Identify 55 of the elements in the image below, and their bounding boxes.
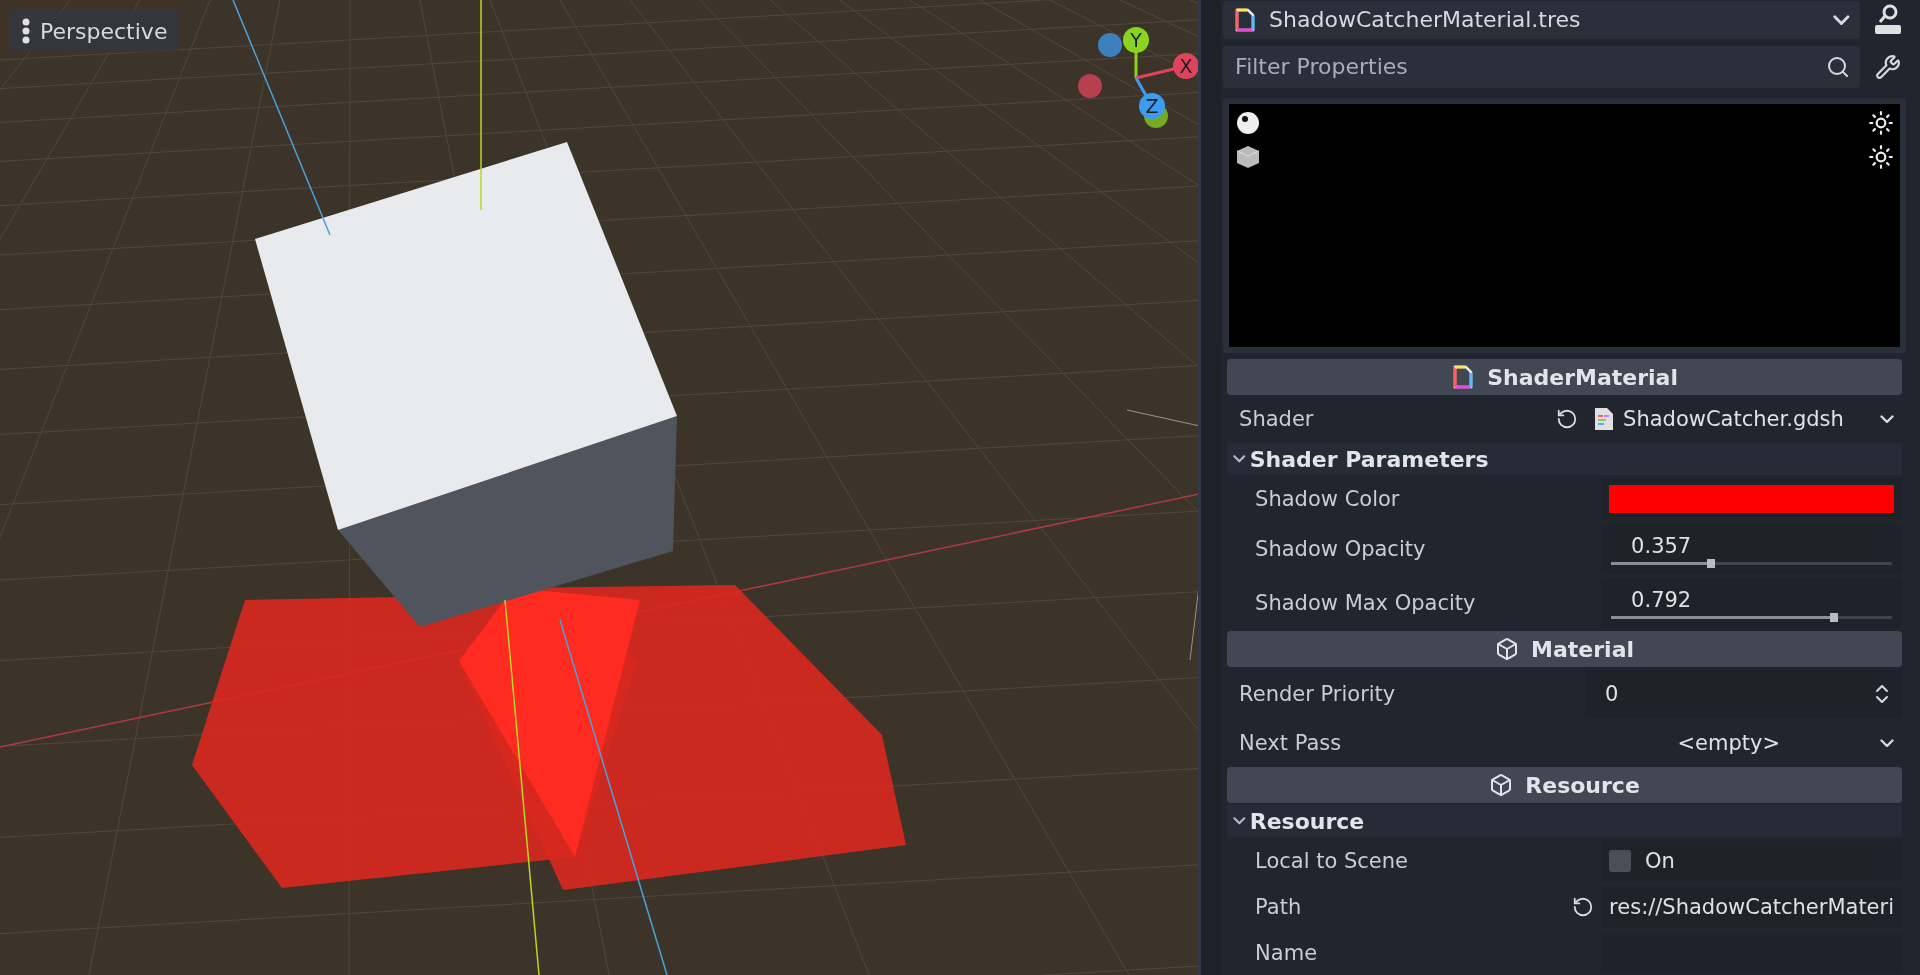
axis-handle[interactable] xyxy=(1173,53,1199,79)
light-icon[interactable] xyxy=(1868,144,1894,171)
slider-field[interactable]: 0.792 xyxy=(1601,578,1902,628)
resource-file-icon xyxy=(1233,7,1258,32)
axis-handle[interactable] xyxy=(1098,33,1122,57)
filter-field[interactable]: Filter Properties xyxy=(1223,45,1860,88)
axis-label: Y xyxy=(1130,29,1142,51)
slider-field[interactable]: 0.357 xyxy=(1601,524,1902,574)
revert-icon[interactable] xyxy=(1556,408,1579,430)
property-label: Name xyxy=(1255,941,1319,965)
chevron-down-icon xyxy=(1833,14,1850,25)
slider-handle[interactable] xyxy=(1707,558,1716,568)
axis-label: X xyxy=(1179,55,1193,77)
section-title: ShaderMaterial xyxy=(1487,364,1678,390)
cube-icon[interactable] xyxy=(1235,144,1262,171)
search-icon xyxy=(1826,54,1850,79)
resource-picker[interactable]: ShadowCatcherMaterial.tres xyxy=(1223,0,1860,39)
section-title: Resource xyxy=(1525,772,1640,798)
filter-input[interactable]: Filter Properties xyxy=(1233,53,1826,81)
axis-handle[interactable] xyxy=(1123,27,1149,53)
chevron-down-icon xyxy=(1233,455,1246,463)
kebab-menu-icon xyxy=(22,18,30,44)
property-label: Path xyxy=(1255,895,1303,919)
section-title: Material xyxy=(1531,636,1634,662)
resource-dropdown[interactable]: ShadowCatcher.gdsh xyxy=(1585,399,1902,439)
light-icon[interactable] xyxy=(1868,110,1894,137)
chevron-down-icon xyxy=(1880,738,1894,748)
text-field[interactable]: res://ShadowCatcherMateri xyxy=(1601,887,1902,927)
property-label: Shader xyxy=(1239,407,1315,431)
cube-icon xyxy=(1489,773,1514,797)
group-header[interactable]: Shader Parameters xyxy=(1227,443,1902,475)
revert-icon[interactable] xyxy=(1572,896,1595,918)
view-menu-button[interactable]: Perspective xyxy=(10,10,180,52)
shader-material-icon xyxy=(1451,365,1476,389)
property-label: Render Priority xyxy=(1239,682,1397,706)
chevron-down-icon xyxy=(1880,414,1894,424)
axis-handle[interactable] xyxy=(1078,74,1102,98)
script-file-icon xyxy=(1593,407,1616,431)
property-label: Local to Scene xyxy=(1255,849,1409,873)
property-label: Shadow Max Opacity xyxy=(1255,591,1477,615)
sphere-icon[interactable] xyxy=(1235,110,1262,137)
checkbox-field[interactable]: On xyxy=(1601,841,1902,881)
group-header[interactable]: Resource xyxy=(1227,805,1902,837)
chevron-down-icon xyxy=(1233,817,1246,825)
cube-icon xyxy=(1495,637,1520,661)
slider-handle[interactable] xyxy=(1829,612,1838,622)
axis-handle[interactable] xyxy=(1139,93,1165,119)
color-swatch[interactable] xyxy=(1609,485,1894,513)
property-label: Shadow Color xyxy=(1255,487,1401,511)
checkbox[interactable] xyxy=(1609,850,1632,872)
resource-dropdown[interactable]: <empty> xyxy=(1585,723,1902,763)
number-field[interactable]: 0 xyxy=(1585,670,1902,718)
axis-label: Z xyxy=(1145,95,1159,117)
property-label: Next Pass xyxy=(1239,731,1343,755)
property-label: Shadow Opacity xyxy=(1255,537,1427,561)
